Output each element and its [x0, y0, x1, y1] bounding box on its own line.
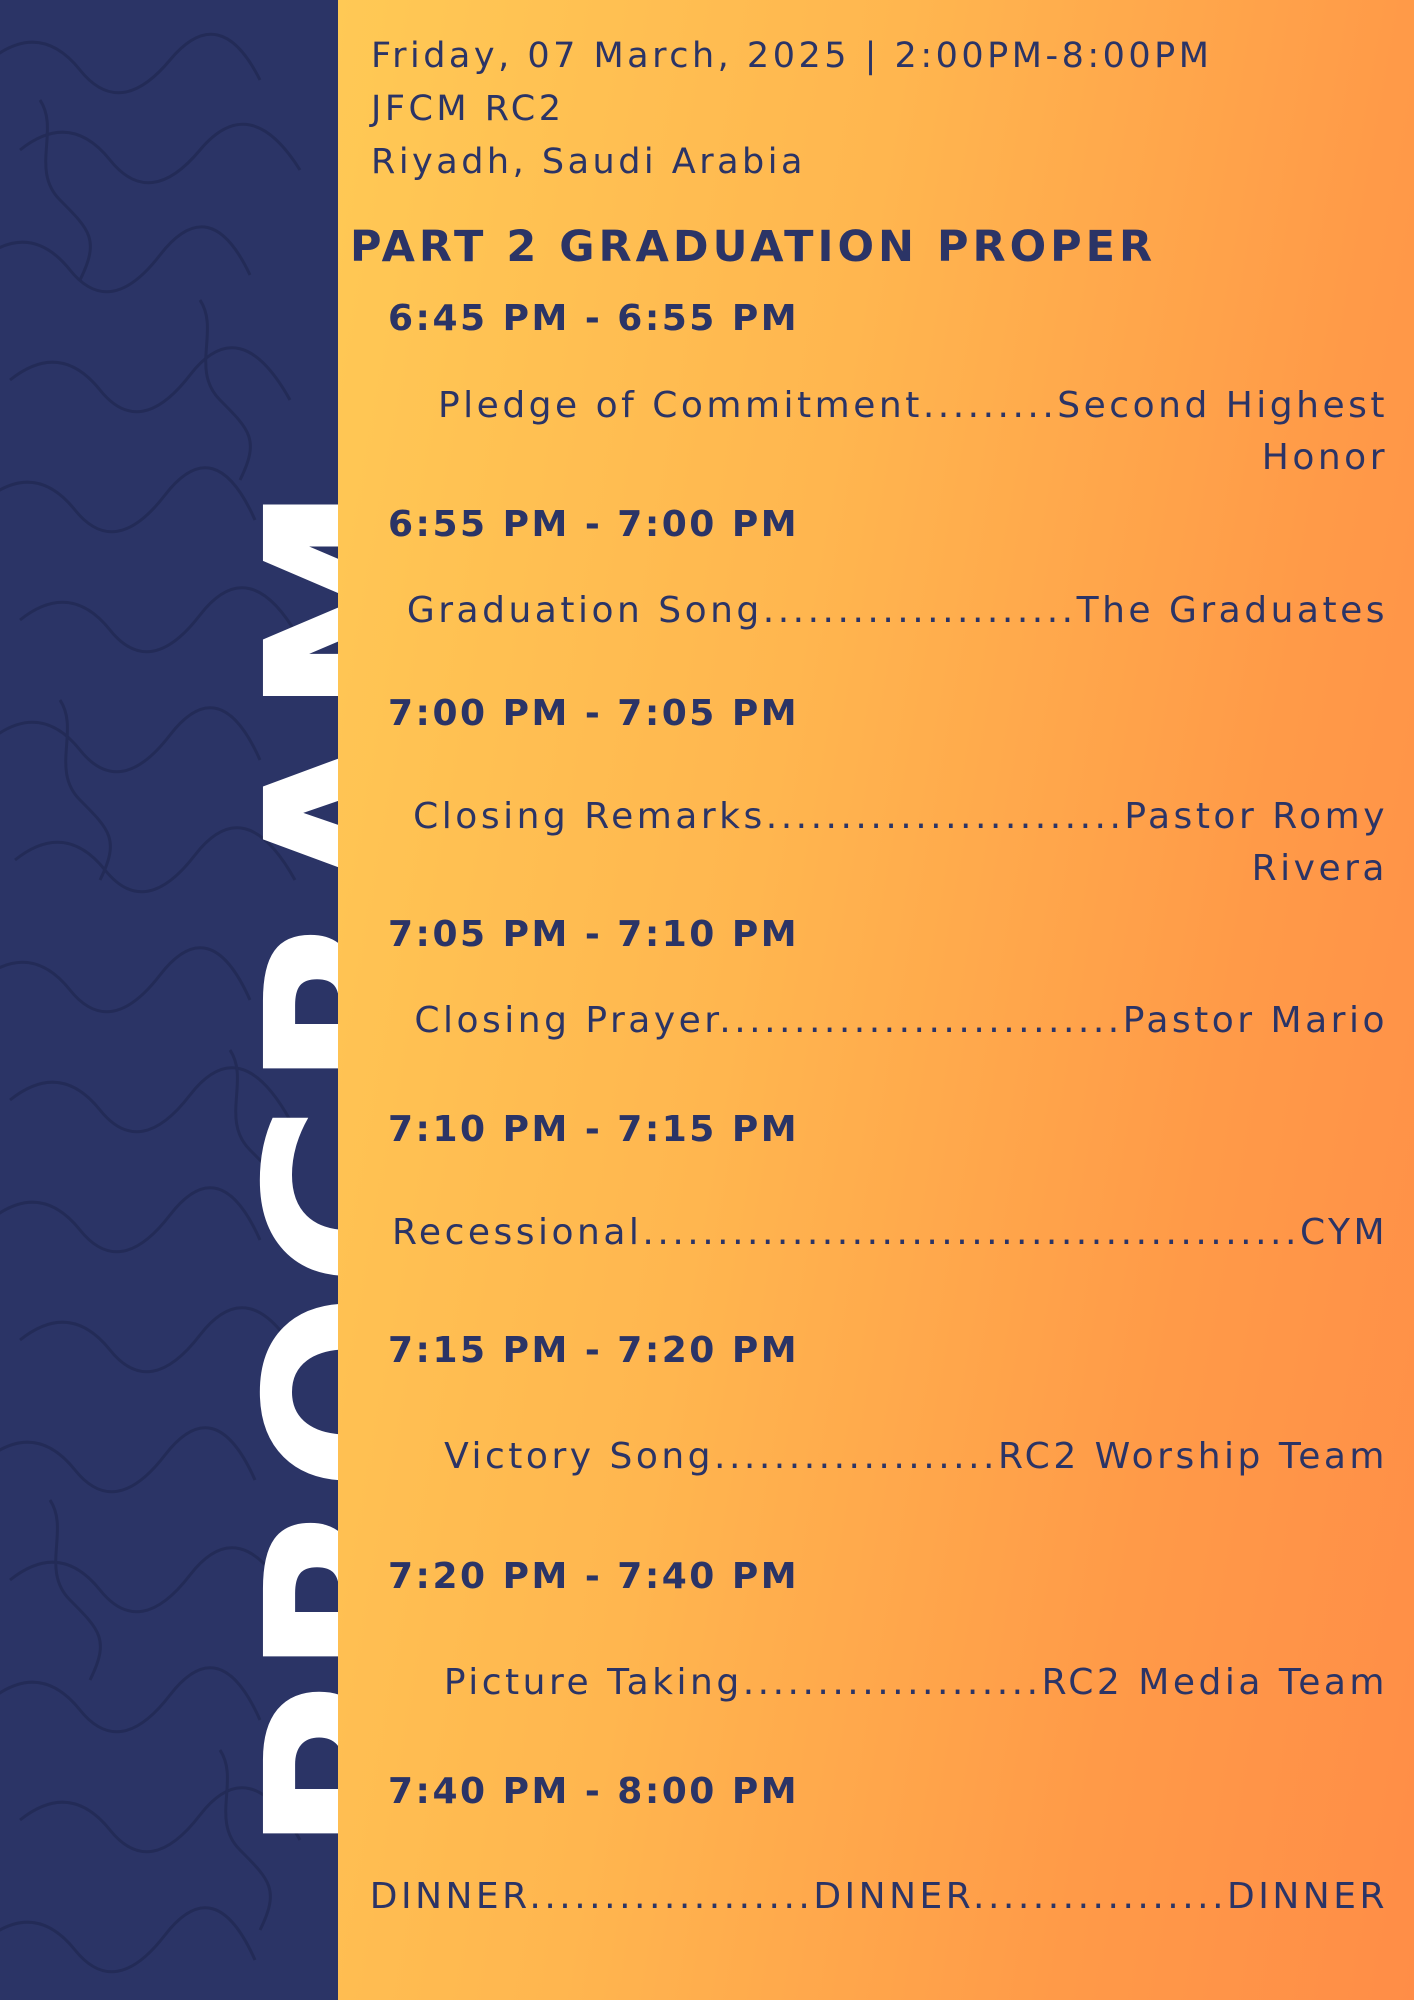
schedule-time: 7:15 PM - 7:20 PM — [388, 1330, 800, 1371]
schedule-time: 6:55 PM - 7:00 PM — [388, 504, 800, 545]
schedule-entry: Victory Song...................RC2 Worsh… — [444, 1431, 1388, 1483]
schedule-entry-text-cont: Rivera — [1251, 848, 1388, 889]
event-date-time: Friday, 07 March, 2025 | 2:00PM-8:00PM — [371, 36, 1213, 76]
schedule-entry: Picture Taking....................RC2 Me… — [444, 1657, 1388, 1709]
schedule-time: 7:10 PM - 7:15 PM — [388, 1109, 800, 1150]
schedule-entry-text: Pledge of Commitment.........Second High… — [437, 385, 1388, 426]
schedule-entry-text: Closing Prayer..........................… — [414, 1000, 1388, 1041]
schedule-time: 7:20 PM - 7:40 PM — [388, 1556, 800, 1597]
schedule-entry-text: Victory Song...................RC2 Worsh… — [444, 1436, 1388, 1477]
schedule-entry: Graduation Song.....................The … — [407, 585, 1388, 637]
schedule-entry: Closing Prayer..........................… — [414, 995, 1388, 1047]
schedule-time: 6:45 PM - 6:55 PM — [388, 298, 800, 339]
program-title: PROGRAM — [216, 478, 340, 1855]
left-band: PROGRAM — [0, 0, 340, 2000]
schedule-time: 7:40 PM - 8:00 PM — [388, 1771, 800, 1812]
schedule-entry: DINNER...................DINNER.........… — [370, 1871, 1388, 1923]
schedule-entry-text: Graduation Song.....................The … — [406, 590, 1388, 631]
section-heading: PART 2 GRADUATION PROPER — [350, 222, 1157, 272]
program-panel: Friday, 07 March, 2025 | 2:00PM-8:00PM J… — [338, 0, 1414, 2000]
schedule-entry-text: DINNER...................DINNER.........… — [369, 1876, 1388, 1917]
schedule-entry-text: Picture Taking....................RC2 Me… — [443, 1662, 1388, 1703]
event-venue: JFCM RC2 — [371, 89, 565, 129]
schedule-entry: Closing Remarks........................P… — [413, 791, 1388, 895]
schedule-entry-text: Closing Remarks........................P… — [413, 796, 1388, 837]
event-info: Friday, 07 March, 2025 | 2:00PM-8:00PM J… — [371, 30, 1212, 189]
schedule-entry-text-cont: Honor — [1261, 437, 1388, 478]
schedule-entry-text: Recessional.............................… — [392, 1212, 1388, 1253]
event-location: Riyadh, Saudi Arabia — [371, 142, 806, 182]
schedule-entry: Pledge of Commitment.........Second High… — [438, 380, 1388, 484]
schedule-time: 7:00 PM - 7:05 PM — [388, 693, 800, 734]
schedule-entry: Recessional.............................… — [392, 1207, 1388, 1259]
schedule-time: 7:05 PM - 7:10 PM — [388, 914, 800, 955]
